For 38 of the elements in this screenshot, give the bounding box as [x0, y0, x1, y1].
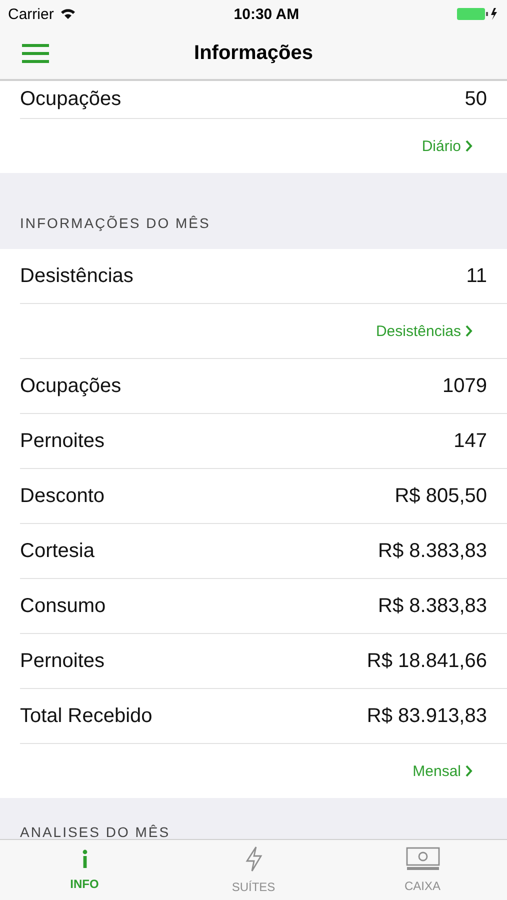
status-time: 10:30 AM — [234, 6, 300, 22]
section-header: ANALISES DO MÊS — [20, 824, 170, 839]
row-label: Pernoites — [20, 650, 104, 672]
tab-bar-item[interactable]: CAIXA — [338, 840, 507, 900]
tab-bar-item[interactable]: SUÍTES — [169, 840, 338, 900]
row-value: 1079 — [442, 374, 487, 398]
row-value: 11 — [466, 264, 487, 288]
lightning-icon — [244, 846, 262, 872]
menu-icon[interactable] — [22, 44, 49, 63]
chevron-right-icon — [465, 325, 473, 337]
row-label: Desconto — [20, 484, 104, 508]
detail-link[interactable]: Mensal — [412, 762, 473, 780]
row-label: Consumo — [20, 594, 106, 618]
row-value: R$ 805,50 — [394, 484, 487, 508]
row-value: 50 — [464, 88, 487, 111]
row-value: 147 — [454, 430, 487, 452]
row-value: R$ 18.841,66 — [366, 650, 487, 672]
screen-title: Informações — [193, 42, 314, 65]
chevron-right-icon — [465, 765, 473, 777]
row-label: Ocupações — [20, 374, 122, 398]
row-value: R$ 83.913,83 — [366, 704, 487, 728]
row-label: Desistências — [20, 264, 134, 288]
battery-icon — [457, 7, 499, 21]
tab-bar-item[interactable]: INFO — [0, 840, 169, 900]
banknote-icon — [406, 847, 440, 871]
row-label: Pernoites — [20, 430, 104, 452]
row-value: R$ 8.383,83 — [378, 594, 487, 618]
wifi-icon — [60, 8, 76, 20]
detail-link[interactable]: Diário — [422, 138, 473, 154]
section-header: INFORMAÇÕES DO MÊS — [20, 215, 210, 231]
detail-link[interactable]: Desistências — [376, 322, 473, 340]
row-label: Total Recebido — [20, 704, 152, 728]
row-value: R$ 8.383,83 — [378, 540, 487, 562]
row-label: Ocupações — [20, 88, 122, 111]
info-icon — [80, 849, 88, 869]
row-label: Cortesia — [20, 540, 94, 562]
chevron-right-icon — [465, 140, 473, 152]
carrier-label: Carrier — [8, 6, 54, 22]
